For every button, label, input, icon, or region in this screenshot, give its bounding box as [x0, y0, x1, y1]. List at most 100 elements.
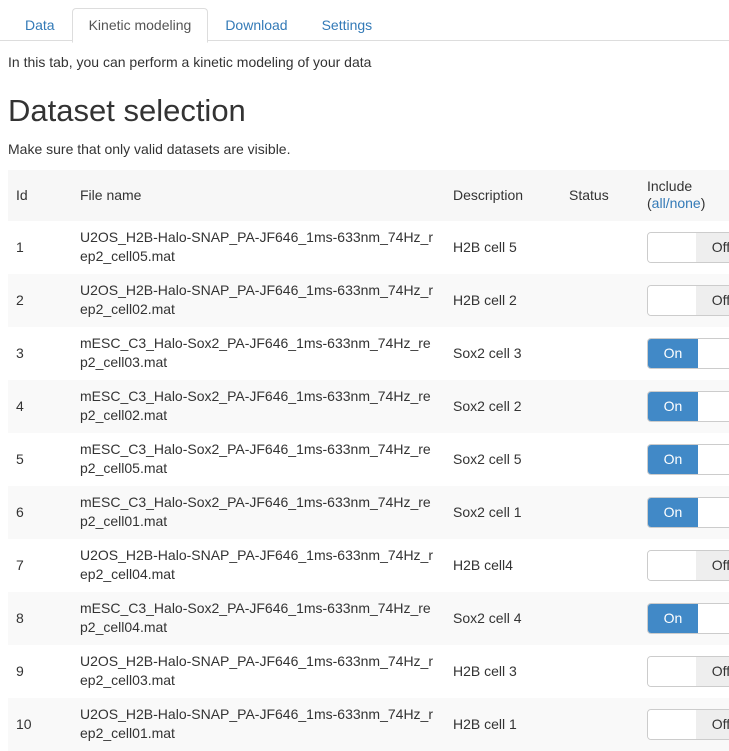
cell-id: 10 [16, 715, 32, 732]
toggle-label: Off [696, 285, 729, 315]
cell-description: H2B cell 2 [453, 291, 517, 308]
file-name-text: mESC_C3_Halo-Sox2_PA-JF646_1ms-633nm_74H… [80, 388, 431, 423]
toggle-knob [696, 338, 729, 368]
cell-include: Off [639, 221, 729, 274]
file-name-text: mESC_C3_Halo-Sox2_PA-JF646_1ms-633nm_74H… [80, 335, 431, 370]
cell-status [561, 698, 639, 751]
cell-include: On [639, 380, 729, 433]
cell-file-name: U2OS_H2B-Halo-SNAP_PA-JF646_1ms-633nm_74… [72, 539, 445, 592]
cell-description: Sox2 cell 5 [453, 450, 522, 467]
include-toggle[interactable]: Off [647, 231, 729, 263]
tab-bar: Data Kinetic modeling Download Settings [0, 0, 729, 43]
toggle-label: Off [696, 656, 729, 686]
file-name-text: mESC_C3_Halo-Sox2_PA-JF646_1ms-633nm_74H… [80, 494, 431, 529]
cell-file-name: mESC_C3_Halo-Sox2_PA-JF646_1ms-633nm_74H… [72, 327, 445, 380]
toggle-knob [696, 497, 729, 527]
toggle-label: On [648, 497, 698, 527]
cell-file-name: U2OS_H2B-Halo-SNAP_PA-JF646_1ms-633nm_74… [72, 645, 445, 698]
cell-id: 5 [16, 450, 24, 467]
tab-settings[interactable]: Settings [305, 8, 390, 43]
table-row: 8 mESC_C3_Halo-Sox2_PA-JF646_1ms-633nm_74… [8, 592, 729, 645]
tab-data[interactable]: Data [8, 8, 72, 43]
toggle-knob [648, 232, 698, 262]
column-header-id: Id [8, 170, 72, 221]
table-row: 6 mESC_C3_Halo-Sox2_PA-JF646_1ms-633nm_74… [8, 486, 729, 539]
cell-description: Sox2 cell 4 [453, 609, 522, 626]
cell-include: On [639, 592, 729, 645]
include-toggle[interactable]: On [647, 337, 729, 369]
cell-include: On [639, 327, 729, 380]
cell-include: Off [639, 698, 729, 751]
cell-file-name: U2OS_H2B-Halo-SNAP_PA-JF646_1ms-633nm_74… [72, 221, 445, 274]
table-row: 10 U2OS_H2B-Halo-SNAP_PA-JF646_1ms-633nm_… [8, 698, 729, 751]
cell-include: Off [639, 539, 729, 592]
toggle-label: On [648, 444, 698, 474]
tab-description-text: In this tab, you can perform a kinetic m… [8, 54, 372, 70]
toggle-label: On [648, 603, 698, 633]
include-toggle[interactable]: On [647, 602, 729, 634]
column-header-status: Status [561, 170, 639, 221]
toggle-label: On [648, 391, 698, 421]
column-header-file-name: File name [72, 170, 445, 221]
include-toggle[interactable]: Off [647, 655, 729, 687]
file-name-text: U2OS_H2B-Halo-SNAP_PA-JF646_1ms-633nm_74… [80, 229, 434, 264]
cell-include: On [639, 486, 729, 539]
toggle-label: Off [696, 709, 729, 739]
cell-description: Sox2 cell 1 [453, 503, 522, 520]
dataset-table: Id File name Description Status Include … [8, 170, 729, 751]
toggle-knob [648, 709, 698, 739]
cell-file-name: U2OS_H2B-Halo-SNAP_PA-JF646_1ms-633nm_74… [72, 274, 445, 327]
toggle-knob [696, 444, 729, 474]
column-header-include: Include (all/none) [639, 170, 729, 221]
cell-file-name: mESC_C3_Halo-Sox2_PA-JF646_1ms-633nm_74H… [72, 433, 445, 486]
dataset-table-container: Id File name Description Status Include … [0, 170, 729, 751]
table-header-row: Id File name Description Status Include … [8, 170, 729, 221]
table-row: 5 mESC_C3_Halo-Sox2_PA-JF646_1ms-633nm_74… [8, 433, 729, 486]
include-toggle[interactable]: Off [647, 708, 729, 740]
cell-include: On [639, 433, 729, 486]
toggle-knob [696, 391, 729, 421]
cell-status [561, 380, 639, 433]
table-row: 7 U2OS_H2B-Halo-SNAP_PA-JF646_1ms-633nm_7… [8, 539, 729, 592]
include-toggle[interactable]: On [647, 443, 729, 475]
cell-description: H2B cell 5 [453, 238, 517, 255]
cell-id: 2 [16, 291, 24, 308]
select-none-link[interactable]: none [670, 195, 701, 212]
cell-id: 3 [16, 344, 24, 361]
toggle-knob [648, 285, 698, 315]
include-toggle[interactable]: Off [647, 284, 729, 316]
column-header-description: Description [445, 170, 561, 221]
toggle-label: Off [696, 232, 729, 262]
column-header-include-label: Include [647, 178, 693, 194]
table-row: 3 mESC_C3_Halo-Sox2_PA-JF646_1ms-633nm_74… [8, 327, 729, 380]
table-row: 9 U2OS_H2B-Halo-SNAP_PA-JF646_1ms-633nm_7… [8, 645, 729, 698]
include-close-paren: ) [700, 195, 706, 211]
tab-download[interactable]: Download [208, 8, 304, 43]
page-subtitle: Make sure that only valid datasets are v… [8, 141, 291, 157]
cell-include: Off [639, 645, 729, 698]
include-toggle[interactable]: On [647, 496, 729, 528]
cell-description: Sox2 cell 3 [453, 344, 522, 361]
include-toggle[interactable]: On [647, 390, 729, 422]
include-toggle[interactable]: Off [647, 549, 729, 581]
toggle-label: Off [696, 550, 729, 580]
cell-status [561, 645, 639, 698]
table-row: 4 mESC_C3_Halo-Sox2_PA-JF646_1ms-633nm_74… [8, 380, 729, 433]
cell-description: H2B cell4 [453, 556, 513, 573]
cell-file-name: mESC_C3_Halo-Sox2_PA-JF646_1ms-633nm_74H… [72, 592, 445, 645]
select-all-link[interactable]: all [652, 195, 666, 212]
toggle-label: On [648, 338, 698, 368]
cell-id: 9 [16, 662, 24, 679]
tab-kinetic-modeling[interactable]: Kinetic modeling [71, 8, 209, 43]
cell-status [561, 327, 639, 380]
file-name-text: U2OS_H2B-Halo-SNAP_PA-JF646_1ms-633nm_74… [80, 547, 434, 582]
cell-status [561, 274, 639, 327]
file-name-text: mESC_C3_Halo-Sox2_PA-JF646_1ms-633nm_74H… [80, 600, 431, 635]
toggle-knob [696, 603, 729, 633]
cell-status [561, 221, 639, 274]
file-name-text: mESC_C3_Halo-Sox2_PA-JF646_1ms-633nm_74H… [80, 441, 431, 476]
toggle-knob [648, 656, 698, 686]
toggle-knob [648, 550, 698, 580]
file-name-text: U2OS_H2B-Halo-SNAP_PA-JF646_1ms-633nm_74… [80, 282, 434, 317]
cell-id: 4 [16, 397, 24, 414]
